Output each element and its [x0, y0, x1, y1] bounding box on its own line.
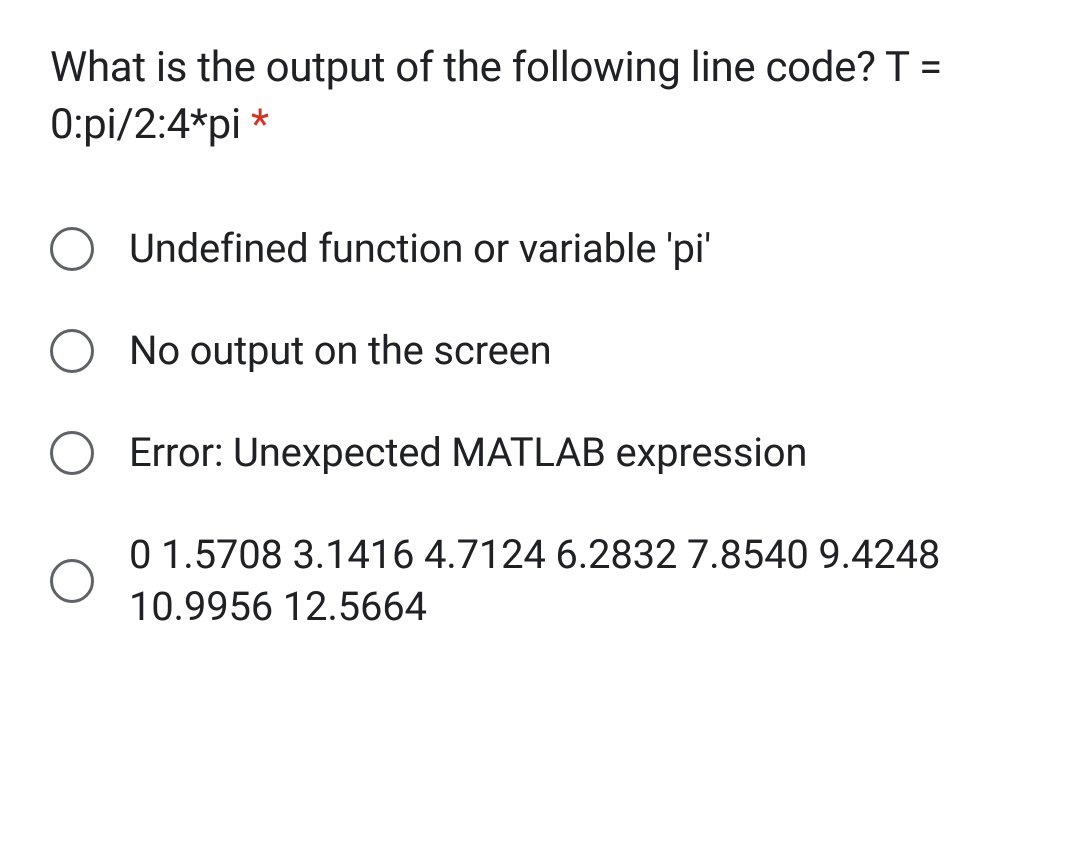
question-prompt: What is the output of the following line…	[50, 43, 942, 149]
option-2[interactable]: No output on the screen	[50, 325, 1040, 377]
option-1[interactable]: Undefined function or variable 'pi'	[50, 223, 1040, 275]
option-label: Undefined function or variable 'pi'	[129, 223, 711, 275]
radio-icon[interactable]	[50, 329, 94, 373]
option-label: 0 1.5708 3.1416 4.7124 6.2832 7.8540 9.4…	[129, 529, 1040, 633]
option-label: Error: Unexpected MATLAB expression	[129, 427, 807, 479]
options-group: Undefined function or variable 'pi' No o…	[50, 223, 1040, 633]
radio-icon[interactable]	[50, 227, 94, 271]
required-star: *	[251, 100, 269, 149]
question-text: What is the output of the following line…	[50, 40, 1040, 153]
radio-icon[interactable]	[50, 431, 94, 475]
radio-icon[interactable]	[50, 559, 94, 603]
option-label: No output on the screen	[129, 325, 552, 377]
option-3[interactable]: Error: Unexpected MATLAB expression	[50, 427, 1040, 479]
option-4[interactable]: 0 1.5708 3.1416 4.7124 6.2832 7.8540 9.4…	[50, 529, 1040, 633]
